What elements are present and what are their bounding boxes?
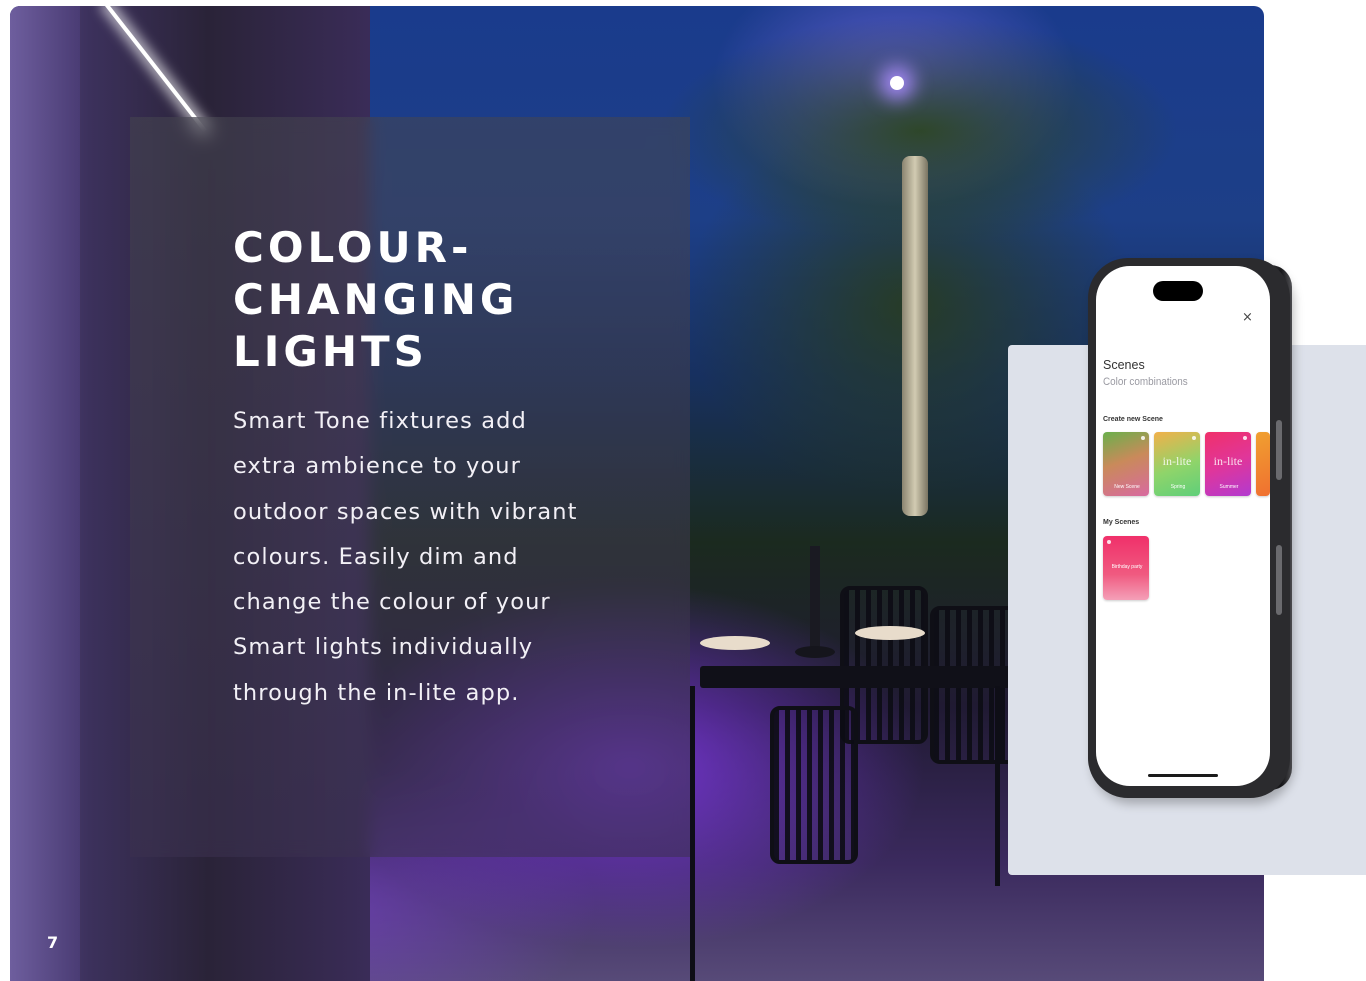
create-scene-label: Create new Scene <box>1103 416 1163 423</box>
wall-edge <box>10 6 80 981</box>
scene-tile-summer[interactable]: in-lite Summer <box>1205 432 1251 496</box>
body-paragraph: Smart Tone fixtures add extra ambience t… <box>233 408 578 706</box>
home-indicator <box>1148 774 1218 777</box>
close-icon[interactable]: × <box>1242 310 1253 325</box>
screen-subtitle: Color combinations <box>1103 376 1188 388</box>
dining-table <box>700 666 1020 688</box>
scene-tile-label: New Scene <box>1114 484 1140 490</box>
table-leg <box>690 686 695 981</box>
page-number: 7 <box>47 933 59 952</box>
scene-tile-label: Birthday party <box>1111 564 1143 570</box>
scene-tile-logo: in-lite <box>1213 454 1243 468</box>
table-leg <box>995 686 1000 886</box>
scene-tile-spring[interactable]: in-lite Spring <box>1154 432 1200 496</box>
tile-dot-icon <box>1243 436 1247 440</box>
screen-title: Scenes <box>1103 358 1145 372</box>
page-heading: COLOUR- CHANGING LIGHTS <box>233 223 519 376</box>
my-scenes-label: My Scenes <box>1103 519 1140 526</box>
phone-side-button <box>1276 545 1282 615</box>
table-lamp-base <box>795 646 835 658</box>
scene-tile-birthday[interactable]: Birthday party <box>1103 536 1149 600</box>
scene-tile-label: Summer <box>1219 484 1239 490</box>
phone-notch <box>1153 281 1203 301</box>
tile-dot-icon <box>1192 436 1196 440</box>
scene-tile-label: Spring <box>1170 484 1186 490</box>
chair <box>770 706 858 864</box>
tree-trunk <box>902 156 928 516</box>
tile-dot-icon <box>1107 540 1111 544</box>
plate <box>700 636 770 650</box>
tree-spotlight <box>890 76 904 90</box>
table-lamp <box>810 546 820 656</box>
scene-tile-logo: in-lite <box>1162 454 1192 468</box>
scene-tile-new[interactable]: New Scene <box>1103 432 1149 496</box>
phone-volume-button <box>1276 420 1282 480</box>
phone-screen: × Scenes Color combinations Create new S… <box>1096 266 1270 786</box>
plate <box>855 626 925 640</box>
scene-tile-partial[interactable] <box>1256 432 1270 496</box>
tile-add-icon <box>1141 436 1145 440</box>
